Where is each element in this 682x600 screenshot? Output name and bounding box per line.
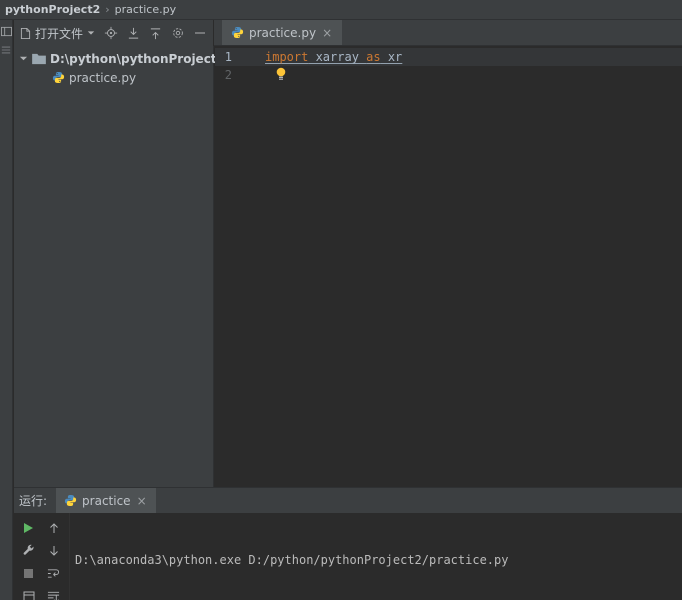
run-tab-label: practice xyxy=(82,494,131,508)
python-file-icon xyxy=(231,26,244,39)
settings-gear-icon[interactable] xyxy=(169,24,186,43)
project-stripe-icon[interactable] xyxy=(1,26,12,37)
scroll-to-end-icon[interactable] xyxy=(45,588,63,600)
dropdown-arrow-icon xyxy=(87,29,95,37)
structure-stripe-icon[interactable] xyxy=(1,45,11,55)
editor-gutter[interactable]: 1 2 xyxy=(215,48,239,84)
import-statement: import xarray as xr xyxy=(265,50,402,64)
folder-icon xyxy=(32,53,46,65)
console-output: D:\anaconda3\python.exe D:/python/python… xyxy=(75,518,660,600)
console-command-line: D:\anaconda3\python.exe D:/python/python… xyxy=(75,552,660,569)
code-token-module: xarray xyxy=(308,50,366,64)
code-token-alias: xr xyxy=(381,50,403,64)
toolwindow-stripe xyxy=(0,20,13,600)
soft-wrap-icon[interactable] xyxy=(45,565,63,583)
editor-tab-label: practice.py xyxy=(249,26,316,40)
open-file-label: 打开文件 xyxy=(35,25,83,42)
run-panel-header: 运行: practice × xyxy=(14,487,682,513)
line-number: 1 xyxy=(215,48,239,66)
stop-icon[interactable] xyxy=(20,565,38,583)
run-label: 运行: xyxy=(19,492,47,509)
code-token-keyword: import xyxy=(265,50,308,64)
pycharm-window: pythonProject2 › practice.py 打开文件 xyxy=(0,0,682,600)
locate-file-icon[interactable] xyxy=(102,24,119,43)
file-icon xyxy=(20,27,31,40)
run-tab-practice[interactable]: practice × xyxy=(56,488,156,513)
editor-tab-practice[interactable]: practice.py × xyxy=(222,20,342,45)
tree-file-label: practice.py xyxy=(69,71,136,85)
collapse-all-icon[interactable] xyxy=(124,24,141,43)
tree-root-label: D:\python\pythonProject2 xyxy=(50,52,225,66)
project-panel: D:\python\pythonProject2 practice.py xyxy=(14,46,214,487)
project-toolbar: 打开文件 xyxy=(14,20,213,46)
down-stack-icon[interactable] xyxy=(45,542,63,560)
expand-all-icon[interactable] xyxy=(147,24,164,43)
up-stack-icon[interactable] xyxy=(45,519,63,537)
breadcrumb-separator-icon: › xyxy=(105,3,109,16)
line-number: 2 xyxy=(215,66,239,84)
intention-bulb-icon[interactable] xyxy=(275,67,287,81)
editor-tabstrip: practice.py × xyxy=(214,20,682,46)
run-tab-close-icon[interactable]: × xyxy=(136,494,148,508)
tree-root-row[interactable]: D:\python\pythonProject2 xyxy=(14,49,213,68)
run-console[interactable]: D:\anaconda3\python.exe D:/python/python… xyxy=(14,513,682,600)
hide-panel-icon[interactable] xyxy=(192,24,209,43)
python-file-icon xyxy=(52,71,65,84)
breadcrumb-file[interactable]: practice.py xyxy=(115,3,176,16)
console-toolbar-divider xyxy=(69,513,70,600)
open-file-dropdown[interactable]: 打开文件 xyxy=(18,23,97,44)
code-line-1: import xarray as xr xyxy=(265,48,402,66)
restore-layout-icon[interactable] xyxy=(20,588,38,600)
tree-file-row[interactable]: practice.py xyxy=(14,68,213,87)
breadcrumb: pythonProject2 › practice.py xyxy=(0,0,682,20)
tab-close-icon[interactable]: × xyxy=(321,26,333,40)
wrench-settings-icon[interactable] xyxy=(20,542,38,560)
breadcrumb-project[interactable]: pythonProject2 xyxy=(5,3,100,16)
rerun-icon[interactable] xyxy=(20,519,38,537)
code-token-keyword: as xyxy=(366,50,380,64)
editor-area[interactable]: 1 2 import xarray as xr xyxy=(215,46,682,487)
chevron-down-icon xyxy=(19,54,28,63)
console-toolbar xyxy=(16,516,66,600)
python-run-icon xyxy=(64,494,77,507)
